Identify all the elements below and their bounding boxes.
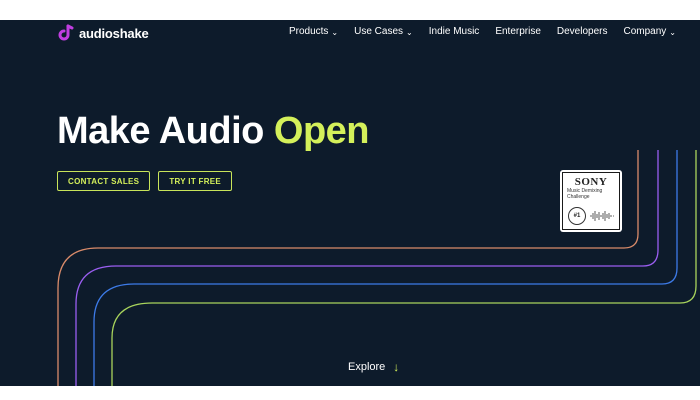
headline-main: Make Audio — [57, 110, 274, 152]
bottom-margin — [0, 386, 700, 400]
audioshake-logo-icon — [58, 24, 74, 41]
badge-brand: SONY — [574, 176, 608, 188]
nav-item-products[interactable]: Products ⌄ — [289, 26, 338, 37]
waveform-icon — [590, 211, 614, 221]
cta-row: CONTACT SALES TRY IT FREE — [57, 171, 233, 191]
nav-item-label: Developers — [556, 26, 608, 37]
explore-label: Explore — [348, 361, 386, 373]
nav-item-label: Products — [288, 26, 329, 37]
badge-line-2: Challenge — [567, 194, 590, 200]
headline-accent: Open — [273, 110, 370, 152]
top-margin — [0, 0, 700, 20]
logo-text: audioshake — [79, 25, 149, 41]
nav-item-indie-music[interactable]: Indie Music — [429, 26, 480, 37]
nav-item-developers[interactable]: Developers — [557, 26, 608, 37]
chevron-down-icon: ⌄ — [406, 27, 413, 37]
nav-item-enterprise[interactable]: Enterprise — [495, 26, 541, 37]
try-it-free-button[interactable]: TRY IT FREE — [158, 171, 233, 191]
nav-item-label: Use Cases — [354, 26, 404, 37]
nav-item-use-cases[interactable]: Use Cases ⌄ — [354, 26, 413, 37]
badge-rank: #1 — [568, 207, 586, 225]
page-title: Make Audio Open — [57, 110, 370, 153]
chevron-down-icon: ⌄ — [669, 27, 676, 37]
sony-award-badge: SONY Music Demixing Challenge #1 — [560, 170, 622, 232]
nav-item-label: Enterprise — [495, 26, 541, 37]
nav-item-company[interactable]: Company ⌄ — [623, 26, 676, 37]
chevron-down-icon: ⌄ — [331, 27, 339, 37]
explore-link[interactable]: Explore ↓ — [348, 360, 399, 374]
logo[interactable]: audioshake — [57, 24, 149, 42]
contact-sales-button[interactable]: CONTACT SALES — [57, 171, 151, 191]
badge-frame: SONY Music Demixing Challenge #1 — [562, 172, 620, 230]
nav-item-label: Indie Music — [428, 26, 480, 37]
nav-item-label: Company — [623, 26, 667, 37]
arrow-down-icon: ↓ — [393, 360, 400, 374]
main-nav: Products ⌄ Use Cases ⌄ Indie Music Enter… — [289, 26, 676, 37]
hero-section: audioshake Products ⌄ Use Cases ⌄ Indie … — [0, 20, 700, 386]
